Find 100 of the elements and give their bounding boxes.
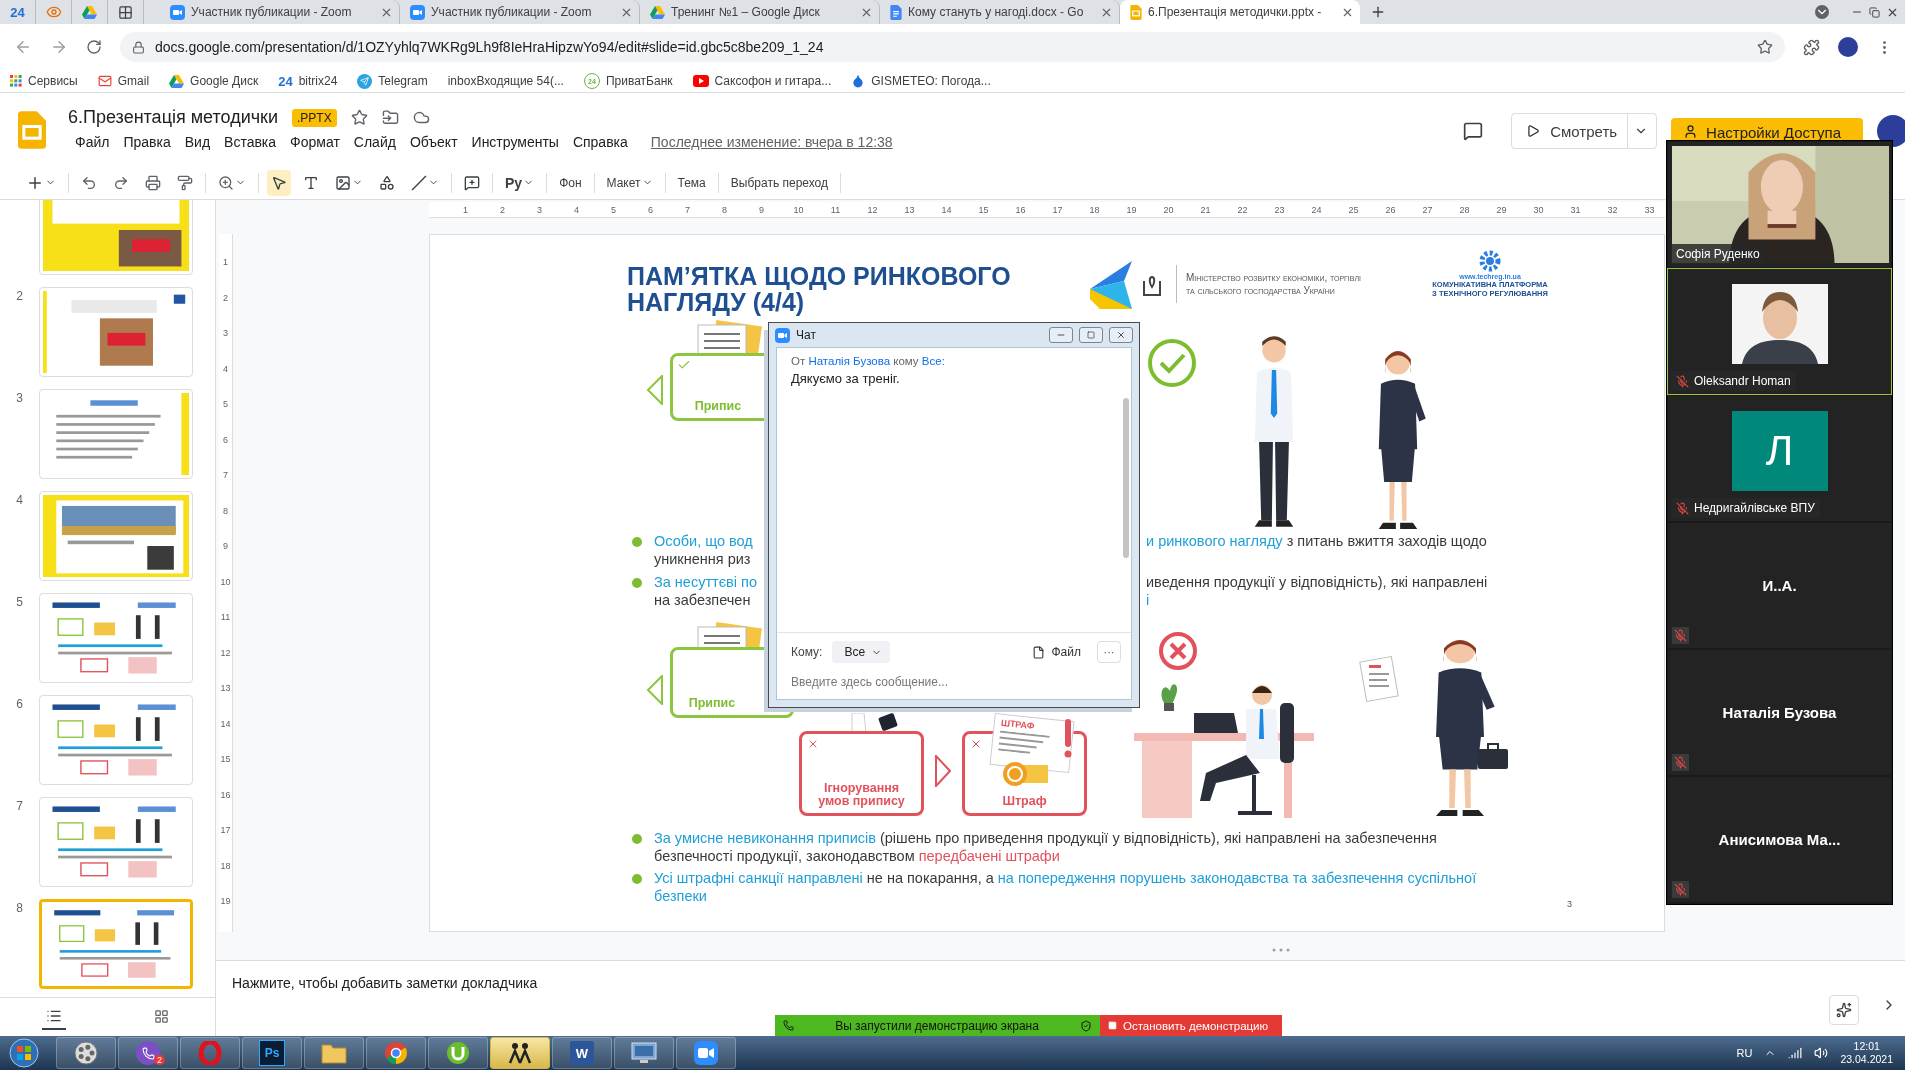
- toolbar-button[interactable]: Фон: [555, 169, 586, 196]
- maximize-button[interactable]: [1079, 327, 1103, 343]
- menu-item[interactable]: Справка: [565, 132, 635, 152]
- sparkle-icon: [1836, 1002, 1852, 1018]
- recipient-label: Кому:: [791, 645, 823, 659]
- new-tab-icon[interactable]: [1370, 4, 1386, 20]
- present-button[interactable]: Смотреть: [1511, 113, 1658, 149]
- participant-name: И..А.: [1762, 577, 1797, 594]
- slide-title: ПАМ’ЯТКА ЩОДО РИНКОВОГО НАГЛЯДУ (4/4): [627, 263, 1011, 316]
- line-icon: [411, 174, 427, 191]
- network-icon[interactable]: [1788, 1046, 1803, 1060]
- move-folder-icon[interactable]: [381, 109, 399, 126]
- file-button[interactable]: Файл: [1026, 644, 1087, 660]
- cloud-icon[interactable]: [412, 109, 430, 126]
- menu-item[interactable]: Объект: [402, 132, 465, 152]
- menu-item[interactable]: Формат: [283, 132, 347, 152]
- document-title[interactable]: 6.Презентація методички: [68, 107, 278, 128]
- bullet-text: Усі штрафні санкції направлені не на покарання, а на попередження порушень законодавства та забезпечення суспільної безпеки: [654, 869, 1478, 905]
- bookmark-star-icon[interactable]: [1757, 39, 1773, 55]
- tab-search-icon[interactable]: [1815, 5, 1829, 19]
- stop-sharing-button[interactable]: Остановить демонстрацию: [1100, 1015, 1282, 1036]
- message-header: От Наталія Бузова кому Все:: [791, 355, 946, 367]
- bullet-text: За умисне невиконання приписів (рішень про приведення продукції у відповідність), які направлені на забезпечення безпечності продукції, законодавством передбачені штрафи: [654, 829, 1438, 865]
- participant-name: Наталія Бузова: [1722, 704, 1837, 721]
- cross-icon: [807, 738, 819, 750]
- paint-format-icon: [177, 174, 193, 191]
- slide-number: 6: [15, 696, 24, 711]
- scrollbar[interactable]: [1123, 398, 1129, 558]
- slide-number: 5: [15, 594, 24, 609]
- address-bar[interactable]: docs.google.com/presentation/d/1OZYyhlq7WKRg9Lh9f8IeHraHipzwYo94/edit#slide=id.gbc5c8be209_1_24: [120, 32, 1785, 62]
- bookmark-link[interactable]: Telegram: [357, 73, 428, 89]
- message-input[interactable]: Введите здесь сообщение...: [791, 675, 1121, 689]
- browser-tab[interactable]: Участник публикации - Zoom: [160, 0, 400, 24]
- profile-avatar[interactable]: [1838, 37, 1858, 57]
- arrow-head-icon: [647, 675, 663, 705]
- bookmark-link[interactable]: inboxВходящие 54(...: [447, 74, 564, 88]
- drag-handle-icon[interactable]: [1271, 948, 1290, 952]
- bookmark-link[interactable]: GISMETEO: Погода...: [851, 74, 991, 88]
- star-icon[interactable]: [350, 109, 368, 126]
- speaker-notes-field[interactable]: Нажмите, чтобы добавить заметки докладчика: [232, 975, 538, 991]
- taskbar-button[interactable]: Ps: [242, 1037, 302, 1069]
- comments-icon[interactable]: [1463, 121, 1484, 141]
- bookmark-link[interactable]: 24 bitrix24: [278, 74, 338, 88]
- forward-icon[interactable]: [50, 38, 68, 56]
- extensions-icon[interactable]: [1803, 38, 1820, 56]
- browser-tab[interactable]: Тренинг №1 – Google Диск: [640, 0, 880, 24]
- mail-icon: [97, 74, 112, 88]
- arrow-head-icon: [935, 755, 951, 787]
- explore-button[interactable]: [1829, 995, 1859, 1025]
- taskbar-button[interactable]: [490, 1037, 550, 1069]
- browser-tab[interactable]: Участник публикации - Zoom: [400, 0, 640, 24]
- text-box-icon: [303, 174, 319, 191]
- taskbar-button[interactable]: W: [552, 1037, 612, 1069]
- pinned-tab[interactable]: 24: [0, 0, 36, 24]
- menu-item[interactable]: Инструменты: [464, 132, 566, 152]
- slide-thumbnail[interactable]: [39, 899, 193, 989]
- file-type-badge: .PPTX: [292, 108, 337, 127]
- url-text: docs.google.com/presentation/d/1OZYyhlq7WKRg9Lh9f8IeHraHipzwYo94/edit#slide=id.gbc5c8be209_1_24: [155, 39, 825, 55]
- triangle-icon: [169, 74, 185, 88]
- cross-icon: [970, 738, 982, 750]
- input-tools-button[interactable]: Ру: [501, 169, 539, 196]
- camera-icon: [694, 1041, 718, 1065]
- menu-item[interactable]: Правка: [116, 132, 178, 152]
- menu-item[interactable]: Файл: [68, 132, 117, 152]
- toolbar-button[interactable]: Выбрать переход: [726, 169, 832, 196]
- phone-icon: [136, 1041, 160, 1065]
- minimize-button[interactable]: [1049, 327, 1073, 343]
- pointer-button[interactable]: [267, 169, 291, 196]
- language-indicator[interactable]: RU: [1736, 1047, 1753, 1059]
- bookmark-link[interactable]: Gmail: [97, 74, 150, 88]
- bookmark-link[interactable]: Google Диск: [169, 74, 259, 88]
- notification-badge: 2: [154, 1055, 165, 1065]
- document-heading: ШТРАФ: [1000, 717, 1036, 734]
- clock[interactable]: 12:01 23.04.2021: [1840, 1039, 1893, 1067]
- restore-icon[interactable]: [1869, 6, 1880, 18]
- more-button[interactable]: ···: [1097, 641, 1121, 663]
- back-icon[interactable]: [14, 38, 32, 56]
- menu-item[interactable]: Слайд: [346, 132, 403, 152]
- zoom-icon: [218, 174, 234, 191]
- bookmark-link[interactable]: Сервисы: [10, 74, 78, 88]
- page-number: 3: [1567, 899, 1572, 909]
- close-button[interactable]: [1109, 327, 1133, 343]
- recipient-dropdown[interactable]: Все: [832, 641, 891, 663]
- pointer-icon: [271, 174, 287, 191]
- card-label: Ігнорування умов припису: [817, 781, 906, 809]
- ministry-name: Міністерство розвитку економіки, торгівлі та сільського господарства України: [1186, 271, 1361, 297]
- bookmark-link[interactable]: Саксофон и гитара...: [692, 74, 832, 88]
- last-edit-link[interactable]: Последнее изменение: вчера в 12:38: [650, 134, 893, 150]
- participant-label: Недригайлівське ВПУ: [1671, 498, 1820, 518]
- toolbar-button[interactable]: Макет: [602, 169, 657, 196]
- browser-tab[interactable]: Кому стануть у нагоді.docx - Go: [880, 0, 1120, 24]
- slides-icon: [1130, 4, 1142, 20]
- slide-number: 7: [15, 798, 24, 813]
- reload-icon[interactable]: [86, 39, 102, 55]
- toolbar-button[interactable]: Тема: [673, 169, 710, 196]
- menu-item[interactable]: Вставка: [217, 132, 284, 152]
- taskbar-button[interactable]: 2: [118, 1037, 178, 1069]
- menu-item[interactable]: Вид: [177, 132, 218, 152]
- browser-tab[interactable]: 6.Презентація методички.pptx -: [1120, 0, 1360, 24]
- volume-icon[interactable]: [1814, 1046, 1829, 1060]
